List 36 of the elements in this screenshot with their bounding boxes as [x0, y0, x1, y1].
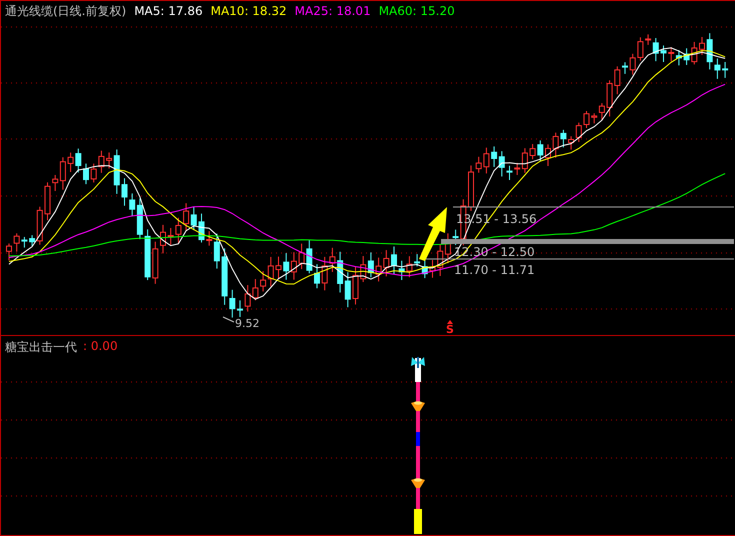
candlestick — [545, 144, 551, 166]
candlestick — [83, 163, 89, 185]
candlestick — [699, 36, 705, 56]
chart-title: 通光线缆(日线.前复权) — [5, 3, 126, 19]
moving-average-value: MA60: 15.20 — [378, 3, 455, 19]
moving-average-value: MA5: 17.86 — [134, 3, 203, 19]
candlestick — [506, 165, 512, 180]
candlestick — [237, 300, 243, 318]
candlestick — [122, 178, 128, 206]
butterfly-icon — [411, 357, 425, 368]
ingot-icon — [411, 401, 425, 411]
candlestick — [622, 62, 628, 74]
moving-average-value: MA10: 18.32 — [210, 3, 287, 19]
candlestick — [468, 165, 474, 212]
candlestick — [722, 61, 728, 78]
up-marker-icon — [447, 320, 453, 324]
ingot-icon — [411, 478, 425, 488]
moving-average-value: MA25: 18.01 — [294, 3, 371, 19]
candlestick — [6, 243, 12, 261]
candlestick — [198, 213, 204, 243]
candlestick — [44, 182, 50, 221]
candlestick — [352, 266, 358, 305]
price-range-label: 11.70 - 11.71 — [454, 263, 535, 277]
candlestick — [314, 264, 320, 289]
candlestick — [584, 110, 590, 128]
leader-line — [222, 316, 234, 322]
candlestick — [660, 45, 666, 62]
arrow-icon — [419, 207, 447, 261]
signal-marker: S — [446, 323, 454, 335]
candlestick — [276, 256, 282, 279]
candlestick — [160, 224, 166, 254]
low-price-label: 9.52 — [235, 317, 260, 330]
candlestick — [391, 246, 397, 276]
indicator-title: 糖宝出击一代 — [5, 339, 77, 356]
indicator-value: : 0.00 — [83, 339, 118, 355]
candlestick — [430, 259, 436, 278]
